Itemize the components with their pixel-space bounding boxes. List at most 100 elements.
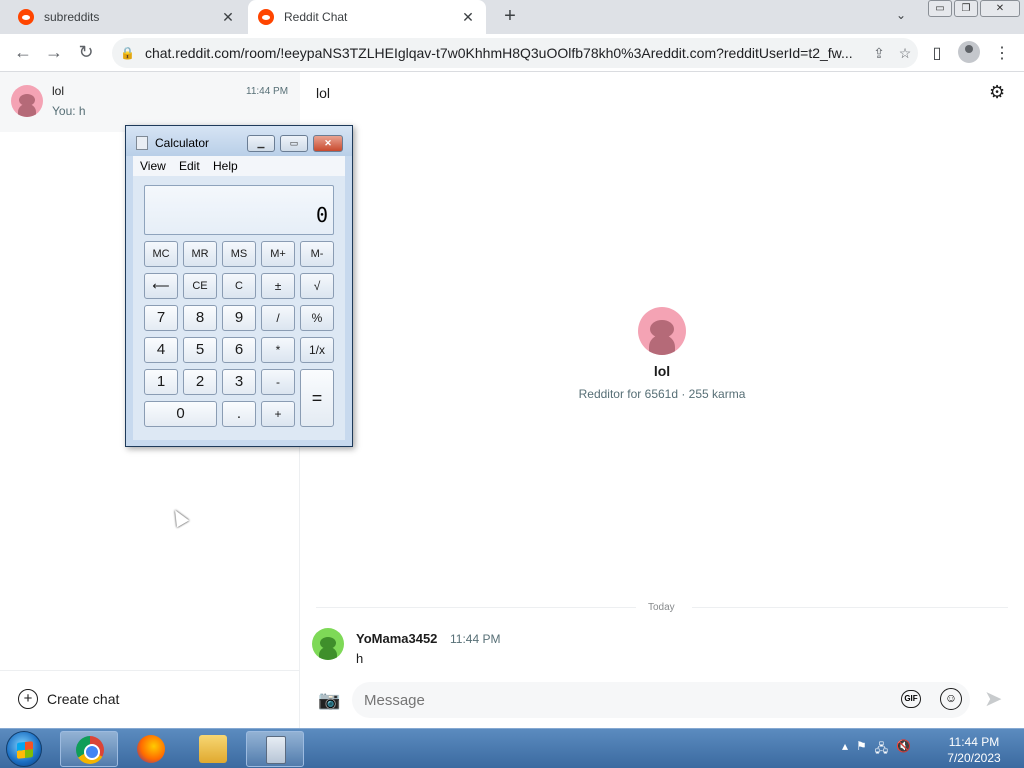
profile-avatar-icon[interactable] <box>958 41 980 63</box>
key-5[interactable]: 5 <box>183 337 217 363</box>
key-divide[interactable]: / <box>261 305 295 331</box>
browser-tab-strip: subreddits ✕ Reddit Chat ✕ + ⌄ ▭ ❐ ✕ <box>0 0 1024 34</box>
chrome-icon <box>76 736 104 764</box>
message-input[interactable] <box>352 682 970 718</box>
key-0[interactable]: 0 <box>144 401 217 427</box>
key-ce[interactable]: CE <box>183 273 217 299</box>
chat-list-item[interactable]: lol You: h 11:44 PM <box>0 72 300 132</box>
firefox-icon <box>137 735 165 763</box>
calculator-display: 0 <box>144 185 334 235</box>
chat-timestamp: 11:44 PM <box>246 86 289 97</box>
back-icon[interactable]: ← <box>12 42 34 63</box>
action-center-flag-icon[interactable]: ⚑ <box>856 739 867 760</box>
start-button[interactable] <box>6 731 42 767</box>
forward-icon[interactable]: → <box>43 42 65 63</box>
reddit-favicon-icon <box>18 9 34 25</box>
key-9[interactable]: 9 <box>222 305 256 331</box>
clock-date: 7/20/2023 <box>947 751 1001 765</box>
key-1[interactable]: 1 <box>144 369 178 395</box>
minimize-window-button[interactable]: ▭ <box>928 0 952 17</box>
calculator-window: Calculator ▁ ▭ ✕ View Edit Help 0 MC MR … <box>125 125 353 447</box>
send-icon[interactable]: ➤ <box>984 686 1002 712</box>
calculator-icon <box>266 736 286 764</box>
taskbar-firefox[interactable] <box>122 731 180 767</box>
settings-gear-icon[interactable]: ⚙ <box>989 82 1005 103</box>
tab-label: Reddit Chat <box>284 10 348 24</box>
key-m-plus[interactable]: M+ <box>261 241 295 267</box>
key-m-minus[interactable]: M- <box>300 241 334 267</box>
date-divider-label: Today <box>648 602 675 613</box>
key-ms[interactable]: MS <box>222 241 256 267</box>
tab-search-icon[interactable]: ⌄ <box>896 8 906 22</box>
key-3[interactable]: 3 <box>222 369 256 395</box>
browser-menu-icon[interactable]: ⋮ <box>991 43 1013 63</box>
menu-edit[interactable]: Edit <box>179 159 200 173</box>
taskbar-clock[interactable]: 11:44 PM 7/20/2023 <box>934 734 1014 766</box>
key-backspace[interactable]: ⟵ <box>144 273 178 299</box>
key-6[interactable]: 6 <box>222 337 256 363</box>
key-decimal[interactable]: . <box>222 401 256 427</box>
create-chat-button[interactable]: + Create chat <box>18 689 119 709</box>
volume-muted-icon[interactable]: 🔇 <box>896 739 911 760</box>
key-mr[interactable]: MR <box>183 241 217 267</box>
room-title: lol <box>316 85 331 101</box>
key-mc[interactable]: MC <box>144 241 178 267</box>
key-c[interactable]: C <box>222 273 256 299</box>
windows-taskbar: ▴ ⚑ 🖧 🔇 11:44 PM 7/20/2023 <box>0 728 1024 768</box>
side-panel-icon[interactable]: ▯ <box>926 43 948 63</box>
close-tab-icon[interactable]: ✕ <box>460 9 476 26</box>
add-circle-icon: + <box>18 689 38 709</box>
key-reciprocal[interactable]: 1/x <box>300 337 334 363</box>
menu-help[interactable]: Help <box>213 159 238 173</box>
tab-reddit-chat[interactable]: Reddit Chat ✕ <box>248 0 486 34</box>
menu-view[interactable]: View <box>140 159 166 173</box>
show-hidden-icons-icon[interactable]: ▴ <box>842 739 848 760</box>
taskbar-calculator[interactable] <box>246 731 304 767</box>
message-author[interactable]: YoMama3452 <box>356 631 437 646</box>
new-tab-button[interactable]: + <box>498 5 522 28</box>
key-multiply[interactable]: * <box>261 337 295 363</box>
system-tray: ▴ ⚑ 🖧 🔇 <box>842 739 911 760</box>
url-text[interactable]: chat.reddit.com/room/!eeypaNS3TZLHEIglqa… <box>145 45 866 61</box>
lock-icon[interactable]: 🔒 <box>120 46 135 60</box>
message-text: h <box>356 651 364 666</box>
key-plus-minus[interactable]: ± <box>261 273 295 299</box>
key-4[interactable]: 4 <box>144 337 178 363</box>
restore-window-button[interactable]: ❐ <box>954 0 978 17</box>
avatar[interactable] <box>638 307 686 355</box>
room-profile-card: lol Redditor for 6561d · 255 karma <box>562 307 762 401</box>
key-minus[interactable]: - <box>261 369 295 395</box>
address-bar[interactable]: 🔒 chat.reddit.com/room/!eeypaNS3TZLHEIgl… <box>112 38 918 68</box>
taskbar-chrome[interactable] <box>60 731 118 767</box>
browser-toolbar: ← → ↻ 🔒 chat.reddit.com/room/!eeypaNS3TZ… <box>0 34 1024 72</box>
key-equals[interactable]: = <box>300 369 334 427</box>
calculator-menubar: View Edit Help <box>133 156 345 176</box>
key-8[interactable]: 8 <box>183 305 217 331</box>
gif-icon[interactable]: GIF <box>901 690 921 708</box>
key-percent[interactable]: % <box>300 305 334 331</box>
avatar[interactable] <box>312 628 344 660</box>
calc-minimize-button[interactable]: ▁ <box>247 135 275 152</box>
share-icon[interactable]: ⇪ <box>866 45 892 62</box>
bookmark-star-icon[interactable]: ☆ <box>892 45 918 62</box>
calc-maximize-button[interactable]: ▭ <box>280 135 308 152</box>
key-plus[interactable]: + <box>261 401 295 427</box>
key-2[interactable]: 2 <box>183 369 217 395</box>
tab-subreddits[interactable]: subreddits ✕ <box>8 0 246 34</box>
message-composer: 📷 GIF ☺ ➤ <box>300 680 1024 720</box>
close-tab-icon[interactable]: ✕ <box>220 9 236 26</box>
taskbar-explorer[interactable] <box>184 731 242 767</box>
calculator-titlebar[interactable]: Calculator ▁ ▭ ✕ <box>126 126 352 156</box>
camera-icon[interactable]: 📷 <box>318 690 340 711</box>
display-value: 0 <box>315 203 328 227</box>
key-7[interactable]: 7 <box>144 305 178 331</box>
profile-name[interactable]: lol <box>562 363 762 379</box>
network-icon[interactable]: 🖧 <box>875 739 888 760</box>
calculator-app-icon <box>136 136 148 150</box>
reload-icon[interactable]: ↻ <box>75 42 97 63</box>
key-sqrt[interactable]: √ <box>300 273 334 299</box>
close-window-button[interactable]: ✕ <box>980 0 1020 17</box>
calc-close-button[interactable]: ✕ <box>313 135 343 152</box>
emoji-icon[interactable]: ☺ <box>940 688 962 710</box>
date-divider: Today <box>316 602 1008 614</box>
